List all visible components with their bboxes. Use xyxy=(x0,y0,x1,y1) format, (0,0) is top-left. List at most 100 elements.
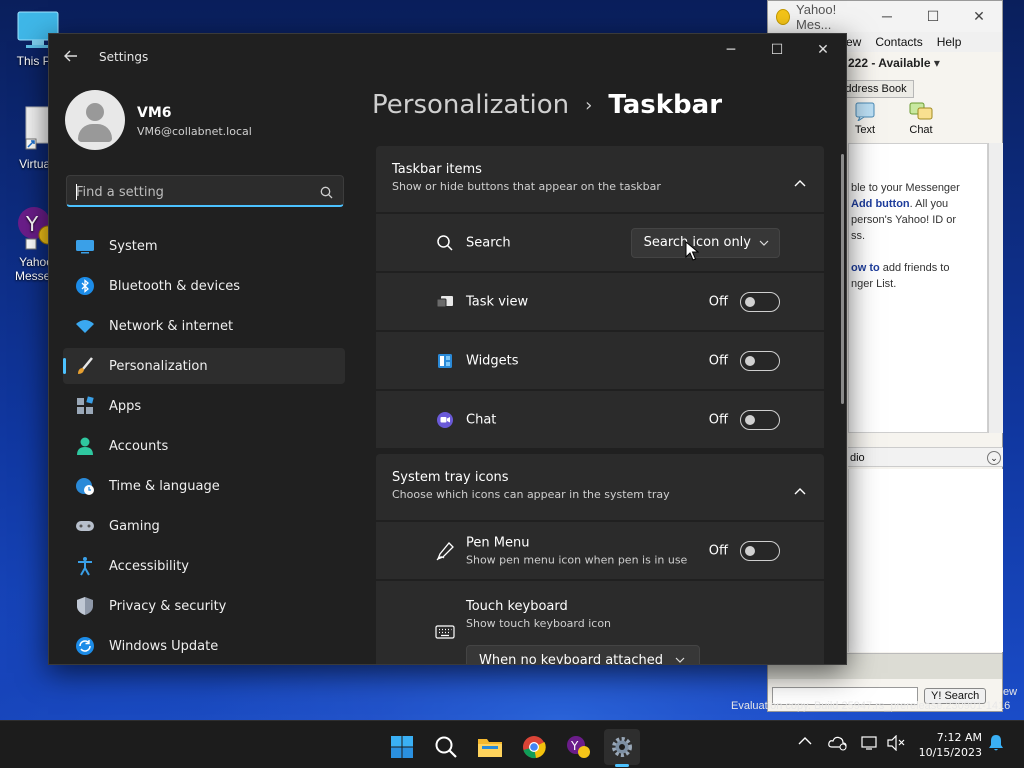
taskbar-search-button[interactable] xyxy=(428,729,464,765)
ym-tool-label: Chat xyxy=(909,124,933,136)
maximize-icon[interactable]: ☐ xyxy=(754,34,800,66)
ym-tool-text[interactable]: Text xyxy=(848,101,882,136)
chevron-up-icon[interactable] xyxy=(794,172,806,191)
yahoo-messenger-icon: Y xyxy=(567,736,590,758)
nav-item-accounts[interactable]: Accounts xyxy=(63,428,345,464)
start-button[interactable] xyxy=(384,729,420,765)
ym-panel-header[interactable]: dio ⌄ xyxy=(848,447,1003,467)
nav-item-apps[interactable]: Apps xyxy=(63,388,345,424)
ym-msg-text: add friends to xyxy=(879,262,950,274)
taskbar-items-header[interactable]: Taskbar items Show or hide buttons that … xyxy=(376,146,824,212)
nav-item-label: System xyxy=(109,238,158,254)
bluetooth-icon xyxy=(75,276,95,296)
breadcrumb-parent[interactable]: Personalization xyxy=(372,90,569,120)
search-icon xyxy=(434,232,456,254)
taskbar: Y 7:12 AM 10/15/2023 xyxy=(0,720,1024,768)
setting-row-task-view: Task view Off xyxy=(376,273,824,330)
avatar[interactable] xyxy=(65,90,125,150)
keyboard-icon xyxy=(434,621,456,643)
search-mode-dropdown[interactable]: Search icon only xyxy=(630,227,780,258)
taskbar-clock[interactable]: 7:12 AM 10/15/2023 xyxy=(919,730,982,760)
evaluation-watermark: Evaluation copy. Build 25947.rs_prerelea… xyxy=(731,700,1011,712)
group-title: Taskbar items xyxy=(392,162,482,177)
windows-logo-icon xyxy=(391,736,413,758)
nav-item-system[interactable]: System xyxy=(63,228,345,264)
taskbar-settings[interactable] xyxy=(604,729,640,767)
ym-msg-link[interactable]: ow to xyxy=(851,262,880,274)
nav-item-personalization[interactable]: Personalization xyxy=(63,348,345,384)
group-subtitle: Show or hide buttons that appear on the … xyxy=(392,180,661,193)
user-email: VM6@collabnet.local xyxy=(137,125,252,138)
settings-window[interactable]: Settings ─ ☐ ✕ VM6 VM6@collabnet.local S… xyxy=(48,33,847,665)
ym-tool-label: Text xyxy=(854,124,876,136)
chevron-up-icon[interactable] xyxy=(794,480,806,499)
chevron-up-icon[interactable] xyxy=(798,735,812,749)
taskbar-items-group: Taskbar items Show or hide buttons that … xyxy=(376,146,824,448)
minimize-icon[interactable]: ─ xyxy=(708,34,754,66)
task-view-toggle[interactable] xyxy=(740,291,780,312)
chevron-down-icon[interactable]: ⌄ xyxy=(987,451,1001,465)
nav-item-gaming[interactable]: Gaming xyxy=(63,508,345,544)
nav-item-windows-update[interactable]: Windows Update xyxy=(63,628,345,664)
nav-item-accessibility[interactable]: Accessibility xyxy=(63,548,345,584)
nav-item-label: Windows Update xyxy=(109,638,219,654)
page-title: Taskbar xyxy=(608,90,723,120)
search-icon[interactable] xyxy=(320,184,333,203)
setting-row-widgets: Widgets Off xyxy=(376,332,824,389)
ym-toolbar: Text Chat xyxy=(848,101,938,136)
search-input[interactable] xyxy=(76,182,306,202)
setting-row-touch-keyboard: Touch keyboard Show touch keyboard icon … xyxy=(376,581,824,665)
maximize-icon[interactable]: ☐ xyxy=(910,8,956,25)
setting-label: Search xyxy=(466,235,511,250)
ym-msg-link[interactable]: Add button xyxy=(851,198,910,210)
svg-text:Y: Y xyxy=(25,212,39,236)
toggle-state-label: Off xyxy=(708,353,728,368)
minimize-icon[interactable]: ─ xyxy=(864,8,910,25)
pen-icon xyxy=(434,540,456,562)
widgets-toggle[interactable] xyxy=(740,350,780,371)
nav-item-bluetooth[interactable]: Bluetooth & devices xyxy=(63,268,345,304)
dropdown-value: When no keyboard attached xyxy=(479,652,663,665)
close-icon[interactable]: ✕ xyxy=(800,34,846,66)
pen-menu-toggle[interactable] xyxy=(740,540,780,561)
apps-icon xyxy=(75,396,95,416)
ym-address-book-tab[interactable]: ddress Book xyxy=(838,80,914,98)
cloud-sync-icon[interactable] xyxy=(828,735,848,754)
nav-item-time-language[interactable]: Time & language xyxy=(63,468,345,504)
nav-item-privacy[interactable]: Privacy & security xyxy=(63,588,345,624)
ym-tool-chat[interactable]: Chat xyxy=(904,101,938,136)
nav-item-network[interactable]: Network & internet xyxy=(63,308,345,344)
chat-toggle[interactable] xyxy=(740,409,780,430)
group-title: System tray icons xyxy=(392,470,509,485)
back-arrow-icon[interactable] xyxy=(63,48,83,68)
smiley-icon xyxy=(776,8,791,25)
setting-label: Chat xyxy=(466,412,497,427)
touch-keyboard-dropdown[interactable]: When no keyboard attached xyxy=(466,645,700,665)
ym-menu-view[interactable]: ew xyxy=(846,35,861,49)
volume-muted-icon[interactable] xyxy=(886,734,906,754)
gamepad-icon xyxy=(75,516,95,536)
nav-item-label: Time & language xyxy=(109,478,220,494)
ym-message-pane: ble to your Messenger Add button. All yo… xyxy=(848,143,988,433)
ym-menu-help[interactable]: Help xyxy=(937,35,962,49)
network-icon[interactable] xyxy=(860,735,880,754)
settings-search-box[interactable] xyxy=(66,175,344,207)
taskbar-chrome[interactable] xyxy=(516,729,552,765)
notification-bell-icon[interactable] xyxy=(988,734,1004,755)
settings-content: Taskbar items Show or hide buttons that … xyxy=(376,146,824,665)
taskbar-file-explorer[interactable] xyxy=(472,729,508,765)
chat-icon xyxy=(909,102,933,120)
system-tray-header[interactable]: System tray icons Choose which icons can… xyxy=(376,454,824,520)
ym-scrollbar[interactable] xyxy=(988,143,1003,433)
ym-titlebar[interactable]: Yahoo! Mes... ─ ☐ ✕ xyxy=(768,1,1002,32)
chrome-icon xyxy=(523,736,546,759)
nav-item-label: Gaming xyxy=(109,518,160,534)
close-icon[interactable]: ✕ xyxy=(956,8,1002,25)
content-scrollbar[interactable] xyxy=(841,154,844,404)
chat-icon xyxy=(434,409,456,431)
widgets-icon xyxy=(434,350,456,372)
svg-text:Y: Y xyxy=(570,739,579,753)
taskbar-yahoo-messenger[interactable]: Y xyxy=(560,729,596,765)
ym-menu-contacts[interactable]: Contacts xyxy=(875,35,922,49)
settings-titlebar[interactable]: Settings ─ ☐ ✕ xyxy=(49,34,846,82)
